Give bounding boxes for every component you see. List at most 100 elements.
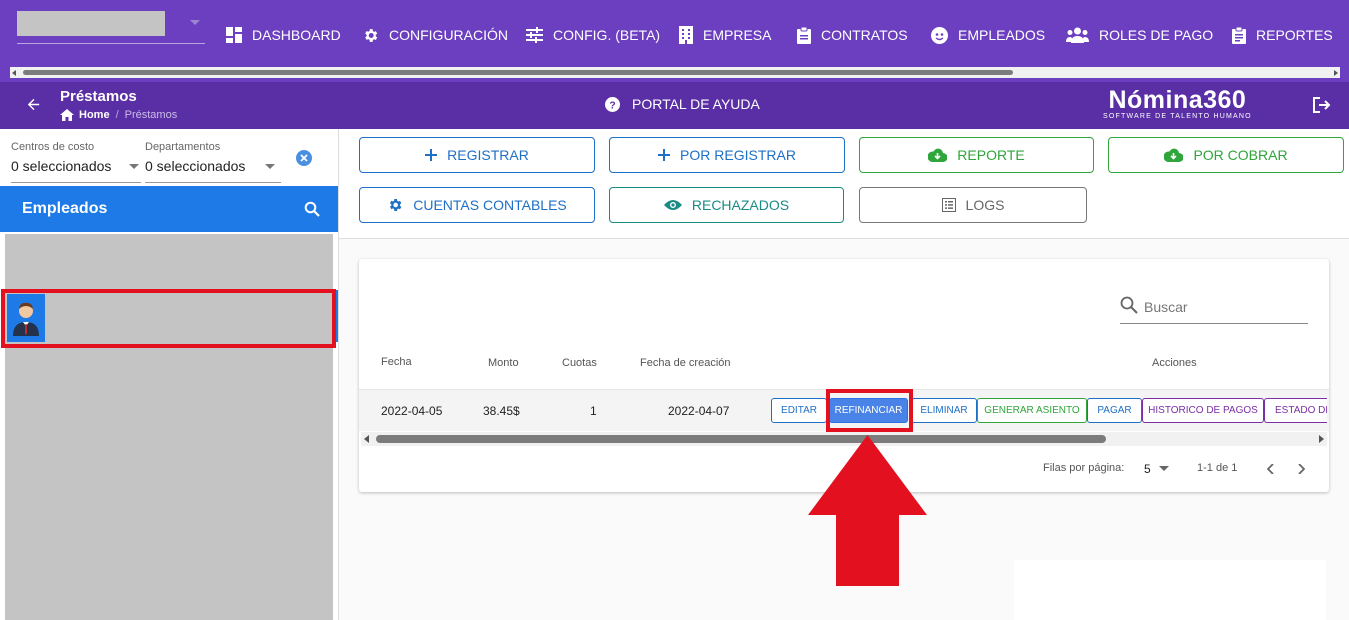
col-header-monto[interactable]: Monto	[488, 357, 519, 369]
table-search[interactable]	[1120, 296, 1308, 324]
company-selector[interactable]	[17, 11, 165, 36]
search-icon[interactable]	[304, 201, 320, 217]
plus-icon	[425, 149, 438, 161]
nav-empresa[interactable]: EMPRESA	[679, 26, 771, 44]
dashboard-icon	[226, 27, 242, 43]
editar-button[interactable]: EDITAR	[771, 398, 827, 423]
blank-region	[1014, 560, 1326, 620]
rows-per-page-label: Filas por página:	[1043, 462, 1125, 474]
por-registrar-label: POR REGISTRAR	[680, 147, 796, 163]
logout-icon[interactable]	[1313, 97, 1331, 113]
chevron-down-icon[interactable]	[265, 164, 275, 169]
back-arrow-icon[interactable]	[25, 96, 42, 113]
col-header-fecha-creacion[interactable]: Fecha de creación	[640, 357, 731, 369]
nav-empleados-label: EMPLEADOS	[958, 27, 1046, 43]
logs-button[interactable]: LOGS	[859, 187, 1087, 223]
nav-configuracion[interactable]: CONFIGURACIÓN	[362, 26, 508, 44]
highlight-selected-employee	[1, 289, 336, 348]
employees-title: Empleados	[22, 200, 108, 217]
chevron-right-icon[interactable]	[1297, 464, 1305, 474]
chevron-left-icon[interactable]	[1267, 464, 1275, 474]
eliminar-button[interactable]: ELIMINAR	[911, 398, 977, 423]
por-cobrar-label: POR COBRAR	[1193, 147, 1288, 163]
cell-cuotas: 1	[590, 404, 597, 418]
nav-contratos[interactable]: CONTRATOS	[797, 26, 908, 44]
help-portal-label: PORTAL DE AYUDA	[632, 96, 760, 112]
clipboard-icon	[797, 26, 811, 44]
pagar-button[interactable]: PAGAR	[1087, 398, 1142, 423]
registrar-button[interactable]: REGISTRAR	[359, 137, 595, 173]
nav-reportes[interactable]: REPORTES	[1232, 26, 1333, 44]
nav-config-beta[interactable]: CONFIG. (BETA)	[526, 26, 660, 44]
nav-roles-de-pago-label: ROLES DE PAGO	[1099, 27, 1214, 43]
cell-fecha: 2022-04-05	[381, 404, 443, 418]
rechazados-button[interactable]: RECHAZADOS	[609, 187, 844, 223]
sliders-icon	[526, 27, 543, 43]
scrollbar-thumb[interactable]	[376, 435, 1106, 443]
cuentas-contables-button[interactable]: CUENTAS CONTABLES	[359, 187, 595, 223]
highlight-refinanciar	[826, 389, 913, 432]
cost-centers-select[interactable]: 0 seleccionados	[11, 158, 111, 174]
nav-empleados[interactable]: EMPLEADOS	[931, 26, 1045, 44]
cost-centers-underline	[11, 182, 141, 183]
scroll-left-arrow-icon[interactable]	[364, 435, 369, 443]
generar-asiento-button[interactable]: GENERAR ASIENTO	[977, 398, 1087, 423]
scrollbar-thumb[interactable]	[23, 70, 1013, 75]
col-header-acciones: Acciones	[1152, 357, 1197, 369]
breadcrumb-current: Préstamos	[124, 109, 178, 121]
nav-scrollbar[interactable]	[10, 67, 1340, 78]
departments-select[interactable]: 0 seleccionados	[145, 158, 245, 174]
cell-monto: 38.45$	[483, 404, 520, 418]
eye-icon	[663, 200, 682, 210]
reporte-button[interactable]: REPORTE	[859, 137, 1094, 173]
cloud-download-icon	[928, 148, 948, 162]
por-registrar-button[interactable]: POR REGISTRAR	[609, 137, 845, 173]
scroll-left-arrow-icon[interactable]	[12, 70, 16, 76]
scroll-right-arrow-icon[interactable]	[1334, 70, 1338, 76]
historico-pagos-button[interactable]: HISTORICO DE PAGOS	[1142, 398, 1264, 423]
nav-dashboard-label: DASHBOARD	[252, 27, 341, 43]
company-selector-underline	[17, 43, 205, 44]
por-cobrar-button[interactable]: POR COBRAR	[1108, 137, 1344, 173]
building-icon	[679, 26, 693, 44]
chevron-down-icon[interactable]	[190, 20, 200, 25]
cost-centers-label: Centros de costo	[11, 141, 95, 153]
chevron-down-icon[interactable]	[1159, 466, 1169, 471]
clear-filters-icon[interactable]	[296, 150, 312, 166]
logo-tagline: SOFTWARE DE TALENTO HUMANO	[1103, 113, 1252, 120]
rows-per-page-select[interactable]: 5	[1144, 462, 1151, 476]
nav-contratos-label: CONTRATOS	[821, 27, 908, 43]
plus-icon	[658, 149, 671, 161]
nav-reportes-label: REPORTES	[1256, 27, 1333, 43]
col-header-cuotas[interactable]: Cuotas	[562, 357, 597, 369]
breadcrumb-separator: /	[115, 109, 119, 121]
registrar-label: REGISTRAR	[447, 147, 529, 163]
help-portal-link[interactable]: ? PORTAL DE AYUDA	[605, 96, 760, 112]
brand-logo: Nómina360 SOFTWARE DE TALENTO HUMANO	[1103, 86, 1252, 120]
departments-underline	[145, 182, 281, 183]
home-icon[interactable]	[60, 109, 74, 121]
search-input[interactable]	[1144, 296, 1304, 318]
nav-dashboard[interactable]: DASHBOARD	[226, 26, 341, 44]
nav-config-beta-label: CONFIG. (BETA)	[553, 27, 661, 43]
svg-text:?: ?	[609, 100, 615, 111]
estado-de-cuenta-button[interactable]: ESTADO DE	[1264, 398, 1327, 423]
scroll-right-arrow-icon[interactable]	[1319, 435, 1324, 443]
nav-configuracion-label: CONFIGURACIÓN	[389, 27, 508, 43]
cell-fecha-creacion: 2022-04-07	[668, 404, 730, 418]
chevron-down-icon[interactable]	[129, 164, 139, 169]
cloud-download-icon	[1164, 148, 1184, 162]
page-title: Préstamos	[60, 88, 137, 105]
breadcrumb: Home / Préstamos	[60, 109, 177, 121]
breadcrumb-home[interactable]: Home	[79, 109, 110, 121]
rechazados-label: RECHAZADOS	[691, 197, 790, 213]
reporte-label: REPORTE	[957, 147, 1025, 163]
cuentas-contables-label: CUENTAS CONTABLES	[413, 197, 567, 213]
page-range: 1-1 de 1	[1197, 462, 1238, 474]
report-icon	[1232, 26, 1246, 44]
nav-roles-de-pago[interactable]: ROLES DE PAGO	[1066, 26, 1213, 44]
departments-label: Departamentos	[145, 141, 221, 153]
help-icon: ?	[605, 96, 620, 112]
col-header-fecha[interactable]: Fecha	[381, 356, 412, 368]
gear-icon	[365, 28, 378, 42]
